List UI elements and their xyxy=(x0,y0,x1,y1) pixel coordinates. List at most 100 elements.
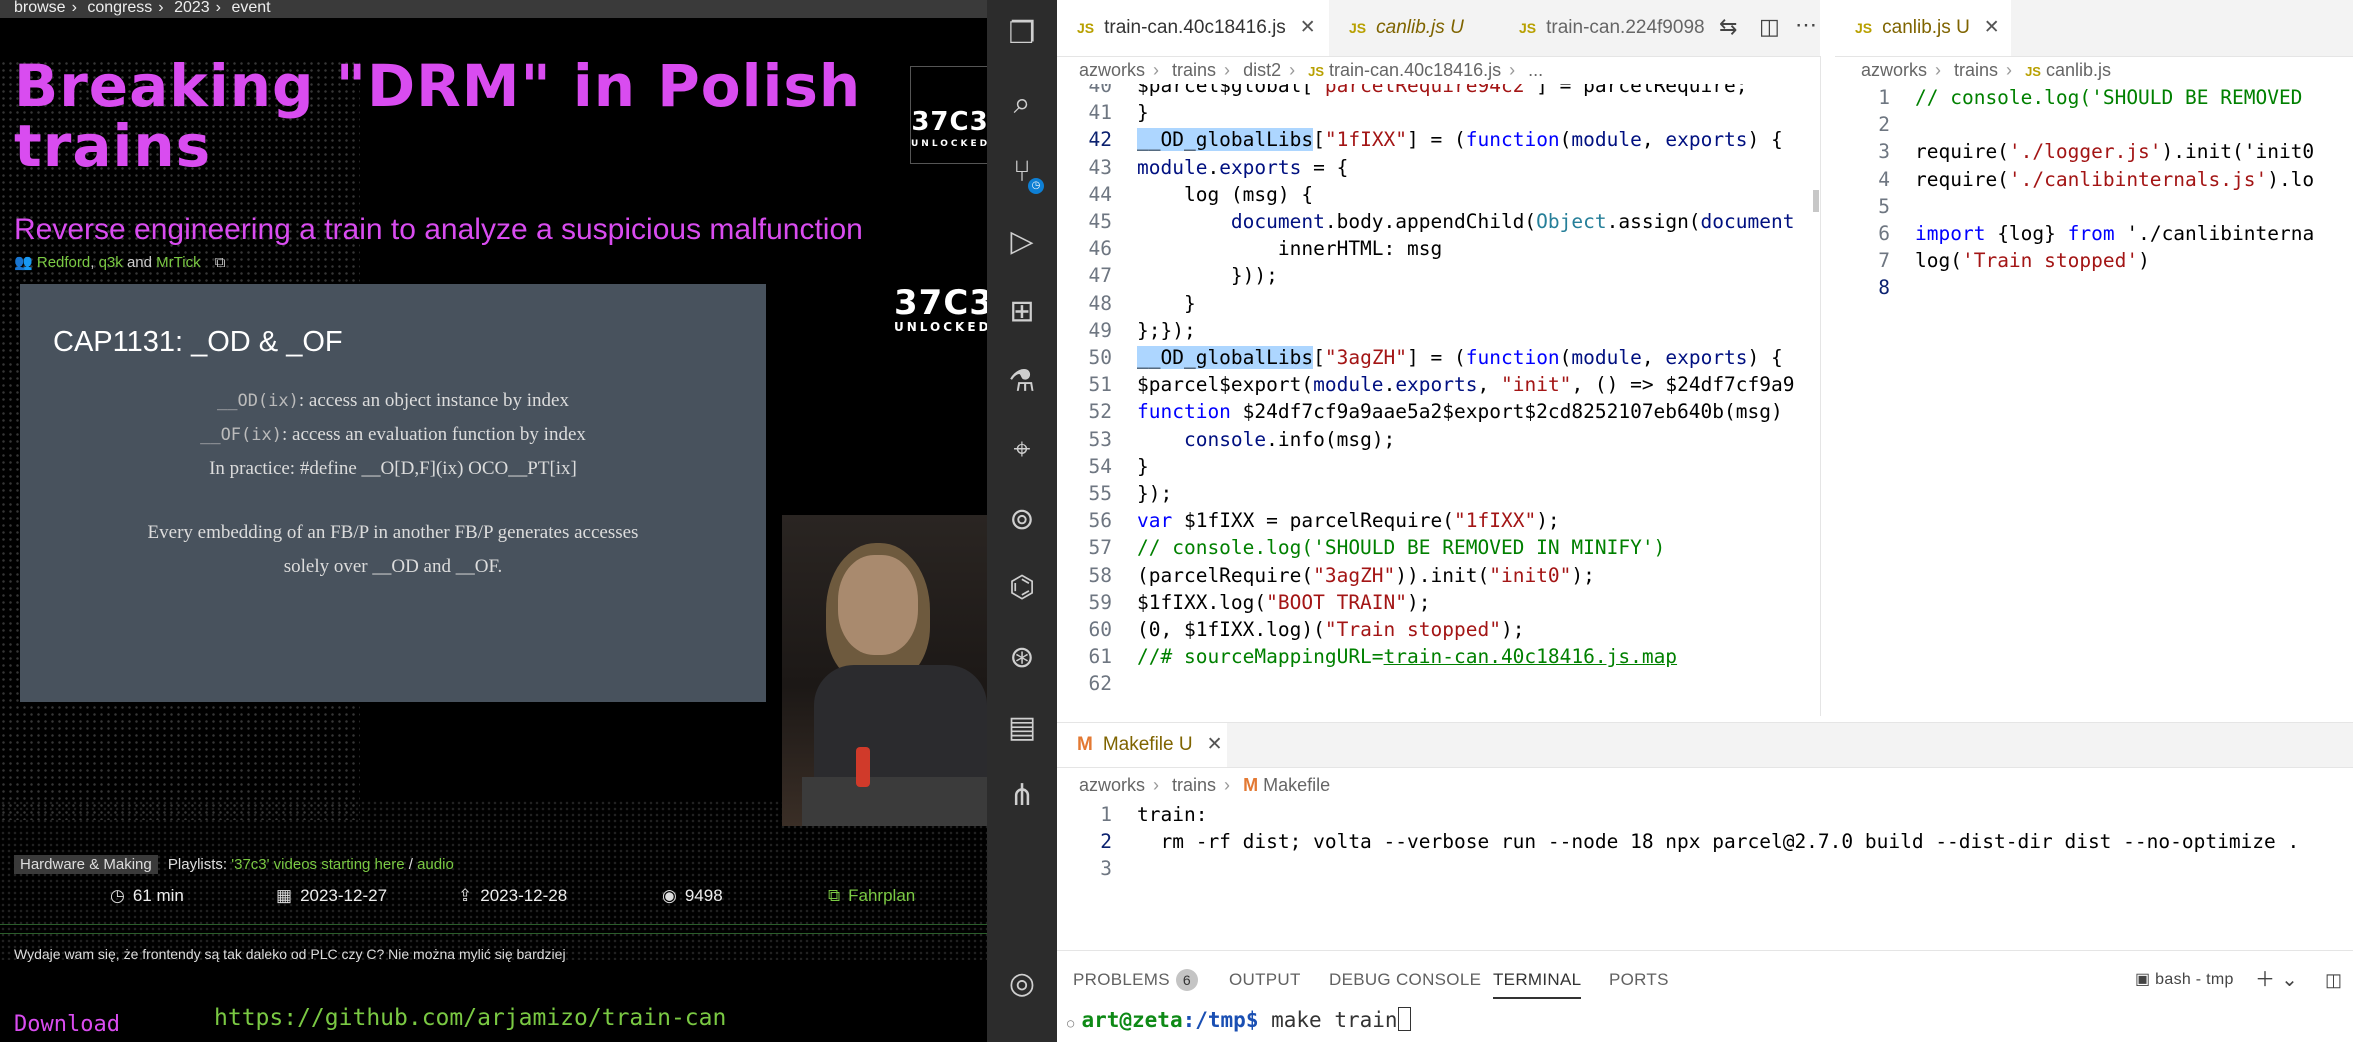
location-icon[interactable]: ⌖ xyxy=(1002,430,1042,470)
account-icon[interactable]: ◎ xyxy=(1002,964,1042,1004)
video-slide[interactable]: CAP1131: _OD & _OF __OD(ix): access an o… xyxy=(20,284,766,702)
slide-bullets: __OD(ix): access an object instance by i… xyxy=(200,390,586,479)
code-line[interactable]: 3 require('./logger.js').init('init0 xyxy=(1835,138,2353,165)
code-line[interactable]: 51 $parcel$export(module.exports, "init",… xyxy=(1057,371,1820,398)
code-line[interactable]: 52 function $24df7cf9a9aae5a2$export$2cd8… xyxy=(1057,398,1820,425)
code-line[interactable]: 42 __OD_globalLibs["1fIXX"] = (function(m… xyxy=(1057,126,1820,153)
hierarchy-icon[interactable]: ⋔ xyxy=(1002,776,1042,816)
testing-icon[interactable]: ⚗ xyxy=(1002,362,1042,402)
tab-ports[interactable]: PORTS xyxy=(1609,963,1669,997)
code-line[interactable]: 60 (0, $1fIXX.log)("Train stopped"); xyxy=(1057,616,1820,643)
editor-tabs-left: JS train-can.40c18416.js ✕ JS canlib.js U J… xyxy=(1057,0,1820,57)
git-graph-icon[interactable]: ⊚ xyxy=(1002,500,1042,540)
code-line[interactable]: 1// console.log('SHOULD BE REMOVED xyxy=(1835,84,2353,111)
scrollbar-thumb[interactable] xyxy=(1813,190,1819,212)
close-icon[interactable]: ✕ xyxy=(1984,17,2000,38)
tab-train-can-js-2[interactable]: JS train-can.224f9098 xyxy=(1499,0,1709,56)
terminal-output[interactable]: ○ art@zeta:/tmp$ make train xyxy=(1067,1007,1411,1032)
code-line[interactable]: 62 xyxy=(1057,670,1820,697)
code-line[interactable]: 48 } xyxy=(1057,290,1820,317)
code-line[interactable]: 41} xyxy=(1057,99,1820,126)
code-line[interactable]: 58 (parcelRequire("3agZH")).init("init0")… xyxy=(1057,562,1820,589)
run-debug-icon[interactable]: ▷ xyxy=(1002,222,1042,262)
track-tag[interactable]: Hardware & Making xyxy=(14,855,158,874)
event-description: Wydaje wam się, że frontendy są tak dale… xyxy=(14,946,566,962)
user-icon: 👥 xyxy=(14,254,33,271)
split-editor-icon[interactable]: ◫ xyxy=(1759,14,1780,40)
panel-layout-icon[interactable]: ◫ xyxy=(2325,963,2342,997)
code-line[interactable]: 40 $parcel$global["parcelRequire94c2"] = … xyxy=(1057,84,1820,99)
code-line[interactable]: 43 module.exports = { xyxy=(1057,154,1820,181)
calendar-icon: ▦ xyxy=(276,886,293,905)
page-subtitle: Reverse engineering a train to analyze a… xyxy=(14,213,863,246)
code-line[interactable]: 49};}); xyxy=(1057,317,1820,344)
fahrplan-link[interactable]: ⧉ Fahrplan xyxy=(828,886,915,906)
congress-logo-overlay: 37C3 UNLOCKED xyxy=(894,283,987,334)
playlist-link[interactable]: '37c3' videos starting here xyxy=(231,856,404,873)
code-line[interactable]: 57// console.log('SHOULD BE REMOVED IN M… xyxy=(1057,534,1820,561)
code-line[interactable]: 1 train: xyxy=(1057,801,2353,828)
breadcrumb-browse[interactable]: browse xyxy=(14,0,66,16)
close-icon[interactable]: ✕ xyxy=(1300,17,1316,38)
repo-url[interactable]: https://github.com/arjamizo/train-can xyxy=(214,1005,726,1031)
speakers-line: 👥 Redford, q3k and MrTick ⧉ xyxy=(14,254,226,271)
tab-makefile[interactable]: M Makefile U ✕ xyxy=(1057,723,1227,767)
clock-icon: ◷ xyxy=(110,886,125,905)
breadcrumb-year[interactable]: 2023 xyxy=(174,0,210,16)
code-line[interactable]: 2 rm -rf dist; volta --verbose run --nod… xyxy=(1057,828,2353,855)
close-icon[interactable]: ✕ xyxy=(1207,734,1223,755)
copy-icon[interactable]: ⧉ xyxy=(215,254,226,271)
docker-icon[interactable]: ▤ xyxy=(1002,708,1042,748)
code-line[interactable]: 5 xyxy=(1835,193,2353,220)
explorer-icon[interactable]: ❐ xyxy=(1002,14,1042,54)
code-line[interactable]: 7 log('Train stopped') xyxy=(1835,247,2353,274)
speaker-video[interactable] xyxy=(782,515,987,826)
code-line[interactable]: 6 import {log} from './canlibinterna xyxy=(1835,220,2353,247)
code-line[interactable]: 59 $1fIXX.log("BOOT TRAIN"); xyxy=(1057,589,1820,616)
speaker-link[interactable]: Redford xyxy=(37,254,90,271)
code-line[interactable]: 55}); xyxy=(1057,480,1820,507)
code-line[interactable]: 50 __OD_globalLibs["3agZH"] = (function(m… xyxy=(1057,344,1820,371)
remote-icon[interactable]: ⊛ xyxy=(1002,638,1042,678)
compare-icon[interactable]: ⇆ xyxy=(1719,14,1737,40)
code-line[interactable]: 46 innerHTML: msg xyxy=(1057,235,1820,262)
code-editor-right[interactable]: 1// console.log('SHOULD BE REMOVED 2 3 requ… xyxy=(1835,84,2353,304)
code-line[interactable]: 44 log (msg) { xyxy=(1057,181,1820,208)
editor-splitter[interactable] xyxy=(1820,56,1821,716)
search-icon[interactable]: ⌕ xyxy=(1002,84,1042,124)
tab-terminal[interactable]: TERMINAL xyxy=(1493,963,1582,999)
extensions-icon[interactable]: ⊞ xyxy=(1002,292,1042,332)
code-line[interactable]: 8 xyxy=(1835,274,2353,301)
code-line[interactable]: 47 })); xyxy=(1057,262,1820,289)
source-control-icon[interactable]: ⑂ ◷ xyxy=(1002,152,1044,194)
code-line[interactable]: 56 var $1fIXX = parcelRequire("1fIXX"); xyxy=(1057,507,1820,534)
code-line[interactable]: 2 xyxy=(1835,111,2353,138)
more-actions-icon[interactable]: ⋯ xyxy=(1795,12,1817,38)
code-line[interactable]: 3 xyxy=(1057,855,2353,882)
tab-debug-console[interactable]: DEBUG CONSOLE xyxy=(1329,963,1481,997)
tab-problems[interactable]: PROBLEMS 6 xyxy=(1073,963,1198,997)
makefile-editor-group: M Makefile U ✕ azworks › trains › M Makefile… xyxy=(1057,722,2353,933)
code-line[interactable]: 4 require('./canlibinternals.js').lo xyxy=(1835,166,2353,193)
code-line[interactable]: 45 document.body.appendChild(Object.assi… xyxy=(1057,208,1820,235)
code-line[interactable]: 53 console.info(msg); xyxy=(1057,426,1820,453)
python-icon[interactable]: ⌬ xyxy=(1002,568,1042,608)
activity-bar: ❐ ⌕ ⑂ ◷ ▷ ⊞ ⚗ ⌖ ⊚ ⌬ ⊛ ▤ ⋔ ◎ xyxy=(987,0,1057,1042)
breadcrumb-congress[interactable]: congress xyxy=(87,0,152,16)
terminal-selector[interactable]: ▣ bash - tmp xyxy=(2135,963,2234,997)
tab-train-can-js[interactable]: JS train-can.40c18416.js ✕ xyxy=(1057,0,1329,56)
code-editor-left[interactable]: 40 $parcel$global["parcelRequire94c2"] = … xyxy=(1057,84,1820,714)
download-heading[interactable]: Download xyxy=(14,1012,120,1037)
audio-link[interactable]: audio xyxy=(417,856,454,873)
tab-output[interactable]: OUTPUT xyxy=(1229,963,1301,997)
breadcrumb: browse › congress › 2023 › event xyxy=(0,0,987,18)
speaker-link[interactable]: q3k xyxy=(99,254,123,271)
code-line[interactable]: 54} xyxy=(1057,453,1820,480)
tab-canlib-js-right[interactable]: JS canlib.js U ✕ xyxy=(1835,0,2011,56)
speaker-link[interactable]: MrTick xyxy=(156,254,200,271)
congress-logo: 37C3 UNLOCKED xyxy=(910,66,987,164)
code-line[interactable]: 61//# sourceMappingURL=train-can.40c1841… xyxy=(1057,643,1820,670)
tab-canlib-js[interactable]: JS canlib.js U xyxy=(1329,0,1499,56)
new-terminal-button[interactable]: ＋ ⌄ xyxy=(2255,963,2298,997)
makefile-code[interactable]: 1 train: 2 rm -rf dist; volta --verbose ru… xyxy=(1057,801,2353,911)
